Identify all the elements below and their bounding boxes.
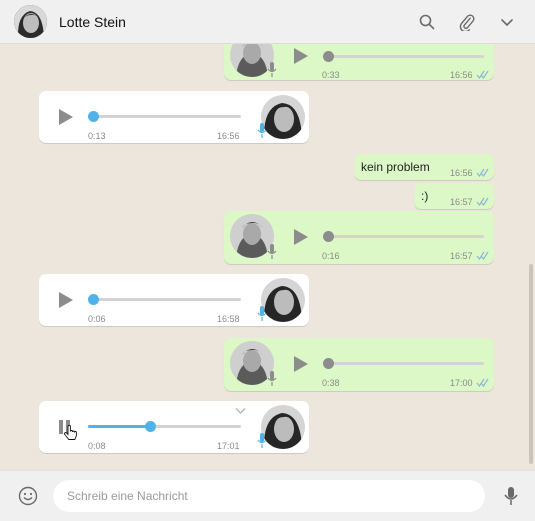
message-input[interactable] — [53, 480, 485, 512]
audio-track[interactable] — [323, 358, 484, 369]
message-time: 16:56 — [217, 131, 240, 141]
text-message: kein problem 16:56 — [354, 154, 494, 180]
message-time: 16:56 — [450, 168, 473, 178]
read-receipt-icon — [476, 70, 489, 79]
play-icon[interactable] — [290, 354, 310, 374]
voice-duration: 0:13 — [88, 131, 106, 141]
message-text: kein problem — [361, 160, 430, 174]
voice-duration: 0:16 — [322, 251, 340, 261]
voice-message: 0:08 17:01 — [39, 401, 309, 453]
contact-avatar[interactable] — [14, 5, 47, 38]
read-receipt-icon — [476, 168, 489, 177]
seek-knob[interactable] — [323, 51, 334, 62]
mic-icon — [257, 306, 267, 321]
message-time: 17:00 — [450, 378, 473, 388]
voice-duration: 0:33 — [322, 70, 340, 80]
scrollbar[interactable] — [529, 264, 533, 464]
audio-track[interactable] — [88, 421, 241, 432]
seek-knob[interactable] — [145, 421, 156, 432]
voice-message: 0:16 16:57 — [224, 211, 494, 264]
search-icon[interactable] — [416, 11, 438, 33]
read-receipt-icon — [476, 197, 489, 206]
message-list[interactable]: 0:33 16:56 0:13 16:56 kein problem 16:56… — [0, 44, 535, 470]
audio-progress — [88, 425, 150, 428]
audio-track[interactable] — [88, 111, 241, 122]
play-icon[interactable] — [55, 107, 75, 127]
message-time: 16:58 — [217, 314, 240, 324]
voice-duration: 0:08 — [88, 441, 106, 451]
message-text: :) — [421, 189, 429, 203]
sender-avatar — [261, 405, 305, 449]
audio-track[interactable] — [88, 294, 241, 305]
audio-track[interactable] — [323, 51, 484, 62]
paperclip-icon[interactable] — [456, 11, 478, 33]
mic-icon — [267, 371, 277, 386]
play-icon[interactable] — [290, 46, 310, 66]
play-icon[interactable] — [55, 290, 75, 310]
seek-knob[interactable] — [88, 294, 99, 305]
chevron-down-icon[interactable] — [235, 407, 246, 415]
voice-duration: 0:06 — [88, 314, 106, 324]
contact-name[interactable]: Lotte Stein — [59, 14, 126, 30]
text-message: :) 16:57 — [414, 183, 494, 209]
sender-avatar — [261, 95, 305, 139]
microphone-icon[interactable] — [500, 484, 522, 508]
mic-icon — [267, 62, 277, 77]
composer-bar — [0, 470, 535, 521]
voice-duration: 0:38 — [322, 378, 340, 388]
audio-track[interactable] — [323, 231, 484, 242]
play-icon[interactable] — [290, 227, 310, 247]
message-time: 16:56 — [450, 70, 473, 80]
hand-cursor-icon — [64, 425, 77, 440]
mic-icon — [257, 433, 267, 448]
sender-avatar — [261, 278, 305, 322]
seek-knob[interactable] — [323, 231, 334, 242]
voice-message: 0:06 16:58 — [39, 274, 309, 326]
read-receipt-icon — [476, 378, 489, 387]
message-time: 17:01 — [217, 441, 240, 451]
read-receipt-icon — [476, 251, 489, 260]
message-time: 16:57 — [450, 197, 473, 207]
message-time: 16:57 — [450, 251, 473, 261]
mic-icon — [257, 123, 267, 138]
voice-message: 0:33 16:56 — [224, 44, 494, 80]
mic-icon — [267, 244, 277, 259]
emoji-icon[interactable] — [17, 485, 39, 507]
voice-message: 0:38 17:00 — [224, 338, 494, 391]
seek-knob[interactable] — [323, 358, 334, 369]
seek-knob[interactable] — [88, 111, 99, 122]
chat-header: Lotte Stein — [0, 0, 535, 44]
chevron-down-icon[interactable] — [496, 11, 518, 33]
voice-message: 0:13 16:56 — [39, 91, 309, 143]
